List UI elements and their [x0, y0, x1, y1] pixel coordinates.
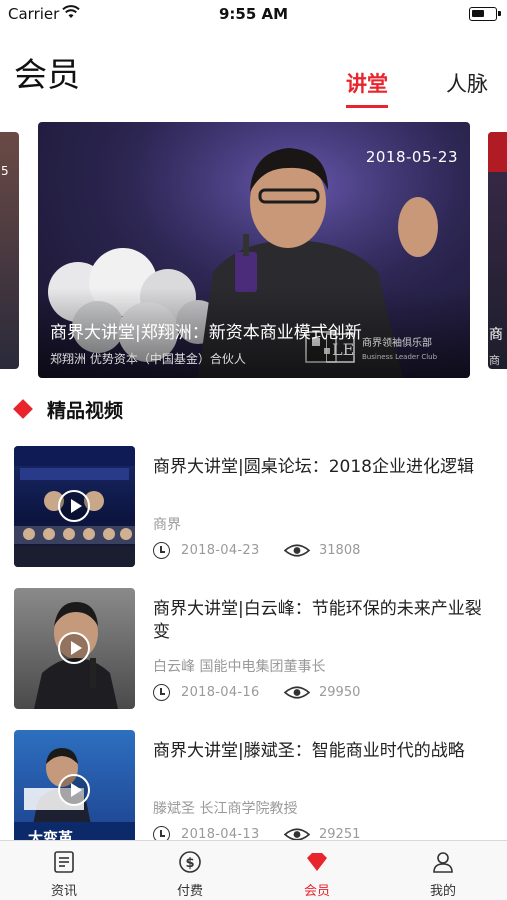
banner-card[interactable]: 2018-05-23 LE 商界领袖俱乐部 Business Leader Cl…	[38, 122, 470, 378]
clock-icon	[153, 684, 170, 701]
tab-member[interactable]: 会员	[267, 841, 367, 900]
news-icon	[54, 851, 74, 873]
video-author: 滕斌圣 长江商学院教授	[153, 801, 298, 817]
video-thumbnail[interactable]: 大变革	[14, 730, 135, 840]
video-thumbnail[interactable]	[14, 588, 135, 709]
user-icon	[433, 852, 453, 873]
video-title[interactable]: 商界大讲堂|圆桌论坛：2018企业进化逻辑	[153, 456, 483, 479]
diamond-icon	[13, 399, 33, 419]
tab-me[interactable]: 我的	[393, 841, 493, 900]
video-list[interactable]: 商界大讲堂|圆桌论坛：2018企业进化逻辑 商界 2018-04-23 3180…	[0, 442, 507, 840]
battery-icon	[469, 7, 501, 21]
carousel-next-card[interactable]: 商 商	[488, 132, 507, 369]
video-author: 白云峰 国能中电集团董事长	[153, 659, 326, 675]
video-thumbnail[interactable]	[14, 446, 135, 567]
next-card-title: 商	[489, 327, 503, 343]
tab-paid[interactable]: $ 付费	[140, 841, 240, 900]
eye-icon	[284, 544, 310, 557]
tab-network[interactable]: 人脉	[446, 68, 488, 98]
video-date: 2018-04-13	[181, 827, 260, 840]
video-item[interactable]: 商界大讲堂|白云峰：节能环保的未来产业裂变 白云峰 国能中电集团董事长 2018…	[0, 584, 507, 726]
section-title: 精品视频	[47, 400, 124, 422]
video-views: 31808	[319, 543, 361, 558]
status-time: 9:55 AM	[218, 5, 289, 23]
eye-icon	[284, 686, 310, 699]
tab-lecture[interactable]: 讲堂	[346, 68, 388, 108]
video-item[interactable]: 商界大讲堂|圆桌论坛：2018企业进化逻辑 商界 2018-04-23 3180…	[0, 442, 507, 584]
dollar-coin-icon: $	[179, 851, 201, 873]
next-card-subtitle: 商	[489, 354, 500, 367]
tab-me-label: 我的	[429, 884, 456, 899]
play-icon[interactable]	[58, 632, 90, 664]
video-date: 2018-04-16	[181, 685, 260, 700]
status-bar: Carrier 9:55 AM	[0, 0, 507, 30]
diamond-icon	[307, 853, 327, 871]
svg-text:Business Leader Club: Business Leader Club	[362, 353, 438, 361]
eye-icon	[284, 828, 310, 840]
clock-icon	[153, 826, 170, 840]
tab-member-label: 会员	[303, 884, 330, 899]
video-date: 2018-04-23	[181, 543, 260, 558]
banner-title: 商界大讲堂|郑翔洲：新资本商业模式创新	[50, 323, 362, 343]
next-card-accent	[488, 132, 507, 172]
banner-date: 2018-05-23	[365, 148, 458, 166]
tab-news[interactable]: 资讯	[14, 841, 114, 900]
svg-text:$: $	[185, 856, 194, 871]
bottom-tab-bar: 资讯 $ 付费 会员 我的	[0, 840, 507, 900]
page-title: 会员	[14, 55, 80, 94]
svg-text:商界领袖俱乐部: 商界领袖俱乐部	[362, 336, 432, 349]
clock-icon	[153, 542, 170, 559]
video-item[interactable]: 大变革 商界大讲堂|滕斌圣：智能商业时代的战略 滕斌圣 长江商学院教授 2018…	[0, 726, 507, 840]
tab-news-label: 资讯	[50, 884, 77, 899]
play-icon[interactable]	[58, 490, 90, 522]
tab-paid-label: 付费	[176, 884, 203, 899]
video-views: 29251	[319, 827, 361, 840]
banner-carousel[interactable]: 5 2018-05-23 LE 商界领袖俱乐部 Business Leader …	[0, 122, 507, 378]
video-views: 29950	[319, 685, 361, 700]
prev-card-text: 5	[1, 164, 9, 178]
video-title[interactable]: 商界大讲堂|白云峰：节能环保的未来产业裂变	[153, 598, 483, 644]
play-icon[interactable]	[58, 774, 90, 806]
banner-subtitle: 郑翔洲 优势资本（中国基金）合伙人	[50, 352, 246, 366]
video-author: 商界	[153, 517, 181, 533]
video-title[interactable]: 商界大讲堂|滕斌圣：智能商业时代的战略	[153, 740, 483, 763]
svg-text:大变革: 大变革	[28, 829, 73, 840]
carousel-prev-card[interactable]: 5	[0, 132, 19, 369]
